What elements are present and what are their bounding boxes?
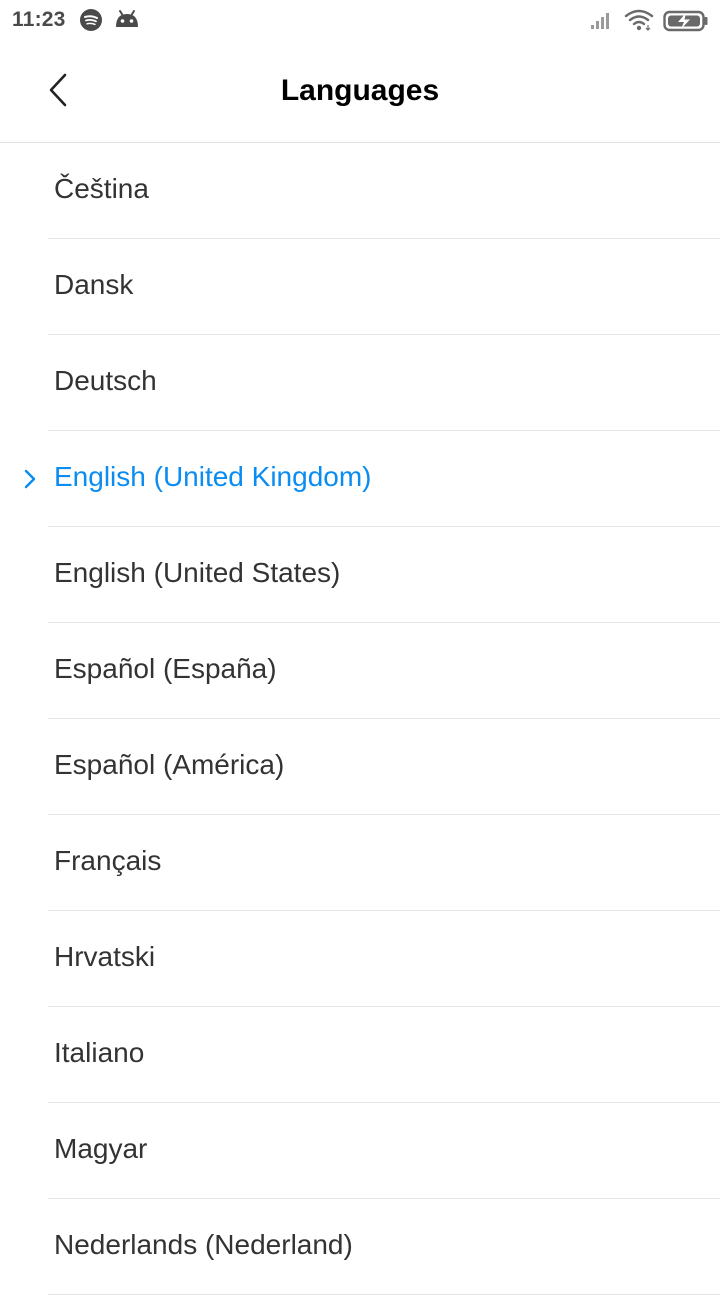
language-label: Hrvatski (54, 941, 156, 972)
language-list: Čeština Dansk Deutsch English (United Ki… (0, 143, 720, 1295)
language-label: Dansk (54, 269, 134, 300)
language-item-selected[interactable]: English (United Kingdom) (0, 431, 720, 527)
language-label: Español (América) (54, 749, 285, 780)
language-item[interactable]: Español (América) (0, 719, 720, 815)
chevron-right-icon (24, 469, 36, 489)
language-item[interactable]: Dansk (0, 239, 720, 335)
language-label: English (United Kingdom) (54, 461, 372, 492)
status-bar: 11:23 (0, 0, 720, 40)
language-label: Français (54, 845, 162, 876)
language-item[interactable]: Español (España) (0, 623, 720, 719)
language-label: Italiano (54, 1037, 145, 1068)
wifi-icon (624, 9, 654, 31)
header: Languages (0, 40, 720, 143)
language-item[interactable]: Hrvatski (0, 911, 720, 1007)
language-item[interactable]: Deutsch (0, 335, 720, 431)
language-label: Magyar (54, 1133, 148, 1164)
language-label: Deutsch (54, 365, 157, 396)
language-item[interactable]: Nederlands (Nederland) (0, 1199, 720, 1295)
battery-charging-icon (663, 10, 708, 32)
language-label: Nederlands (Nederland) (54, 1229, 353, 1260)
spotify-icon (80, 9, 102, 31)
language-label: English (United States) (54, 557, 341, 588)
language-item[interactable]: Magyar (0, 1103, 720, 1199)
android-icon (116, 10, 138, 27)
status-time: 11:23 (12, 8, 66, 31)
language-item[interactable]: Français (0, 815, 720, 911)
language-item[interactable]: English (United States) (0, 527, 720, 623)
page-title: Languages (280, 74, 440, 107)
language-label: Español (España) (54, 653, 277, 684)
language-label: Čeština (54, 173, 149, 204)
signal-icon (591, 13, 609, 29)
language-item[interactable]: Čeština (0, 143, 720, 239)
language-item[interactable]: Italiano (0, 1007, 720, 1103)
